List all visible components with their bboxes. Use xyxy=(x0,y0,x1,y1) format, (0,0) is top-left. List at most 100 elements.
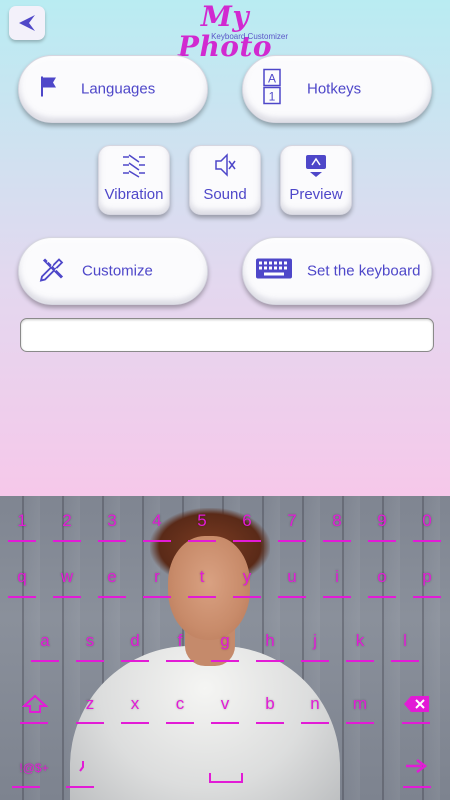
key-3[interactable]: 3 xyxy=(97,511,127,531)
key-underline xyxy=(188,596,216,598)
key-underline xyxy=(143,540,171,542)
preview-text-field[interactable] xyxy=(20,318,434,352)
key-underline xyxy=(346,722,374,724)
customize-button[interactable]: Customize xyxy=(18,237,208,305)
key-underline xyxy=(368,596,396,598)
key-6[interactable]: 6 xyxy=(232,511,262,531)
preview-label: Preview xyxy=(289,186,343,203)
key-underline xyxy=(8,596,36,598)
key-underline xyxy=(66,786,94,788)
key-u[interactable]: u xyxy=(277,567,307,587)
key-underline xyxy=(413,596,441,598)
key-9[interactable]: 9 xyxy=(367,511,397,531)
hotkeys-label: Hotkeys xyxy=(307,80,362,98)
key-underline xyxy=(402,722,430,724)
key-underline xyxy=(301,722,329,724)
key-underline xyxy=(8,540,36,542)
key-underline xyxy=(188,540,216,542)
key-r[interactable]: r xyxy=(142,567,172,587)
photo-dress xyxy=(70,646,340,800)
key-p[interactable]: p xyxy=(412,567,442,587)
key-underline xyxy=(301,660,329,662)
key-s[interactable]: s xyxy=(75,631,105,651)
set-keyboard-button[interactable]: Set the keyboard xyxy=(242,237,432,305)
key-underline xyxy=(323,596,351,598)
key-f[interactable]: f xyxy=(165,631,195,651)
key-q[interactable]: q xyxy=(7,567,37,587)
space-bar[interactable] xyxy=(209,773,243,783)
key-z[interactable]: z xyxy=(75,694,105,714)
key-0[interactable]: 0 xyxy=(412,511,442,531)
key-i[interactable]: i xyxy=(322,567,352,587)
key-underline xyxy=(76,660,104,662)
hotkeys-icon: A 1 xyxy=(263,68,281,110)
svg-text:A: A xyxy=(268,72,276,86)
key-k[interactable]: k xyxy=(345,631,375,651)
symbols-key[interactable]: !@$+ xyxy=(12,761,56,775)
preview-button[interactable]: Preview xyxy=(280,145,352,215)
set-keyboard-label: Set the keyboard xyxy=(307,262,421,280)
key-n[interactable]: n xyxy=(300,694,330,714)
app-logo: My Photo Keyboard Customizer xyxy=(150,2,300,62)
key-b[interactable]: b xyxy=(255,694,285,714)
key-t[interactable]: t xyxy=(187,567,217,587)
key-underline xyxy=(256,722,284,724)
sound-button[interactable]: Sound xyxy=(189,145,261,215)
key-1[interactable]: 1 xyxy=(7,511,37,531)
vibration-button[interactable]: Vibration xyxy=(98,145,170,215)
enter-arrow-icon xyxy=(406,759,428,773)
key-underline xyxy=(76,722,104,724)
key-underline xyxy=(53,596,81,598)
back-arrow-icon xyxy=(19,15,35,31)
key-o[interactable]: o xyxy=(367,567,397,587)
comma-key[interactable] xyxy=(72,758,92,778)
back-button[interactable] xyxy=(9,6,45,40)
languages-button[interactable]: Languages xyxy=(18,55,208,123)
key-underline xyxy=(53,540,81,542)
backspace-key[interactable] xyxy=(402,694,432,719)
key-h[interactable]: h xyxy=(255,631,285,651)
key-v[interactable]: v xyxy=(210,694,240,714)
key-underline xyxy=(403,786,431,788)
key-j[interactable]: j xyxy=(300,631,330,651)
enter-key[interactable] xyxy=(404,758,430,779)
key-l[interactable]: l xyxy=(390,631,420,651)
key-4[interactable]: 4 xyxy=(142,511,172,531)
key-7[interactable]: 7 xyxy=(277,511,307,531)
vibration-label: Vibration xyxy=(104,186,164,203)
key-underline xyxy=(368,540,396,542)
languages-label: Languages xyxy=(81,80,156,98)
logo-subtitle: Keyboard Customizer xyxy=(211,32,288,41)
photo-face xyxy=(168,536,250,640)
customize-label: Customize xyxy=(82,262,153,280)
preview-icon xyxy=(303,152,329,183)
key-5[interactable]: 5 xyxy=(187,511,217,531)
key-underline xyxy=(31,660,59,662)
key-underline xyxy=(233,540,261,542)
hotkeys-button[interactable]: A 1 Hotkeys xyxy=(242,55,432,123)
svg-text:1: 1 xyxy=(269,90,276,104)
key-underline xyxy=(278,596,306,598)
key-underline xyxy=(278,540,306,542)
key-w[interactable]: w xyxy=(52,567,82,587)
comma-icon xyxy=(79,761,84,772)
keyboard-icon xyxy=(255,258,293,285)
key-c[interactable]: c xyxy=(165,694,195,714)
key-underline xyxy=(346,660,374,662)
key-e[interactable]: e xyxy=(97,567,127,587)
key-y[interactable]: y xyxy=(232,567,262,587)
key-8[interactable]: 8 xyxy=(322,511,352,531)
key-x[interactable]: x xyxy=(120,694,150,714)
key-m[interactable]: m xyxy=(345,694,375,714)
key-underline xyxy=(121,722,149,724)
shift-key[interactable] xyxy=(20,694,50,719)
key-d[interactable]: d xyxy=(120,631,150,651)
key-underline xyxy=(413,540,441,542)
key-underline xyxy=(121,660,149,662)
key-a[interactable]: a xyxy=(30,631,60,651)
key-underline xyxy=(143,596,171,598)
key-underline xyxy=(211,722,239,724)
key-2[interactable]: 2 xyxy=(52,511,82,531)
key-underline xyxy=(166,660,194,662)
key-g[interactable]: g xyxy=(210,631,240,651)
